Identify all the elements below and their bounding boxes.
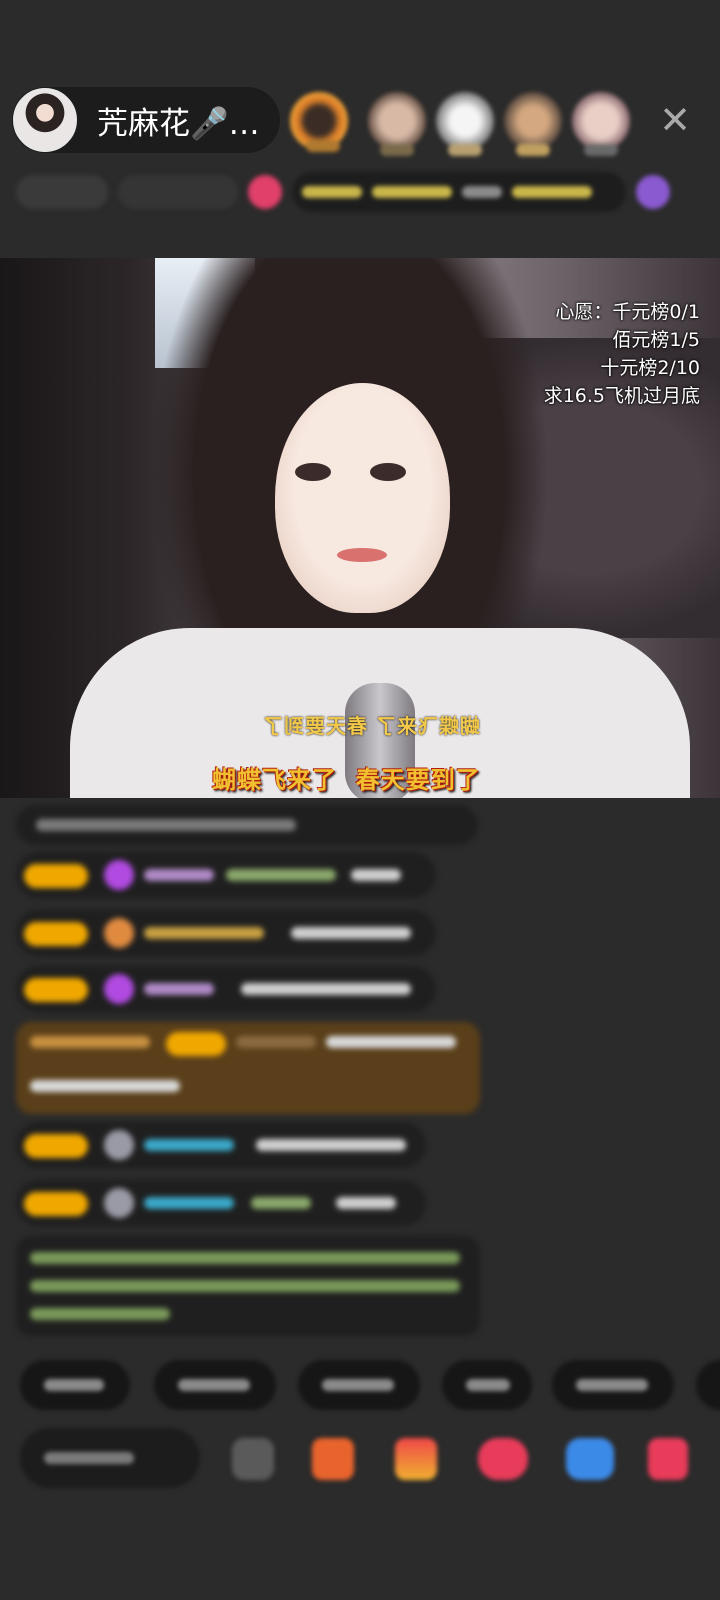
viewer-avatar[interactable] [572,92,630,156]
quick-reply-chip[interactable] [552,1360,674,1410]
quick-reply-chip[interactable] [154,1360,276,1410]
gift-box-icon[interactable] [648,1438,688,1480]
lyric-mirrored: 蝴蝶飞来了 春天要到了 [262,714,480,738]
gem-icon [104,860,134,890]
viewer-avatar[interactable] [504,92,562,156]
shop-icon[interactable] [312,1438,354,1480]
viewer-avatar[interactable] [290,92,348,152]
level-badge [24,1192,88,1216]
bottom-toolbar [0,1418,720,1498]
chat-message[interactable] [16,1122,426,1168]
host-avatar[interactable] [13,88,77,152]
wish-line: 求16.5飞机过月底 [543,385,700,407]
quick-reply-chip[interactable] [442,1360,532,1410]
wish-line: 心愿：千元榜0/1 [555,301,700,323]
system-notice [16,1236,480,1336]
hot-chip[interactable] [118,175,238,209]
viewer-avatar[interactable] [368,92,426,156]
fan-icon [104,918,134,948]
quick-reply-chip[interactable] [20,1360,130,1410]
level-badge [24,864,88,888]
wish-line: 十元榜2/10 [600,357,700,379]
close-icon[interactable]: ✕ [655,100,695,140]
heart-gift-icon[interactable] [478,1438,528,1480]
viewer-avatar[interactable] [436,92,494,156]
lyric-subtitle: 蝴蝶飞来了 春天要到了 [212,766,481,794]
level-badge [24,978,88,1002]
lips [337,548,387,562]
avatar [104,1130,134,1160]
room-info-bar[interactable] [16,168,686,216]
rank-chip[interactable] [16,175,108,209]
host-name: 苀麻花🎤… [97,105,260,142]
chat-message[interactable] [16,1180,426,1226]
red-badge-icon[interactable] [248,175,282,209]
chat-message[interactable] [16,966,436,1012]
chat-message-highlight[interactable] [16,1022,480,1114]
notice-marquee[interactable] [292,172,626,212]
top-viewers-list [290,82,650,162]
quick-reply-bar[interactable] [20,1360,720,1412]
red-packet-icon[interactable] [395,1438,437,1480]
eye [370,463,406,481]
chat-message[interactable] [16,910,436,956]
quick-reply-chip[interactable] [696,1360,720,1410]
level-badge [24,1134,88,1158]
chat-message[interactable] [16,852,436,898]
chat-message[interactable] [16,805,478,845]
level-badge [24,922,88,946]
game-icon[interactable] [566,1438,614,1480]
gem-icon [104,974,134,1004]
gift-icon[interactable] [636,175,670,209]
wish-list-overlay: 心愿：千元榜0/1 佰元榜1/5 十元榜2/10 求16.5飞机过月底 [544,298,700,410]
emoji-icon[interactable] [232,1438,274,1480]
comment-input[interactable] [20,1428,200,1488]
host-info-pill[interactable]: 苀麻花🎤… [12,87,280,153]
eye [295,463,331,481]
quick-reply-chip[interactable] [298,1360,420,1410]
streamer-face [275,383,450,613]
wish-line: 佰元榜1/5 [612,329,700,351]
avatar [104,1188,134,1218]
